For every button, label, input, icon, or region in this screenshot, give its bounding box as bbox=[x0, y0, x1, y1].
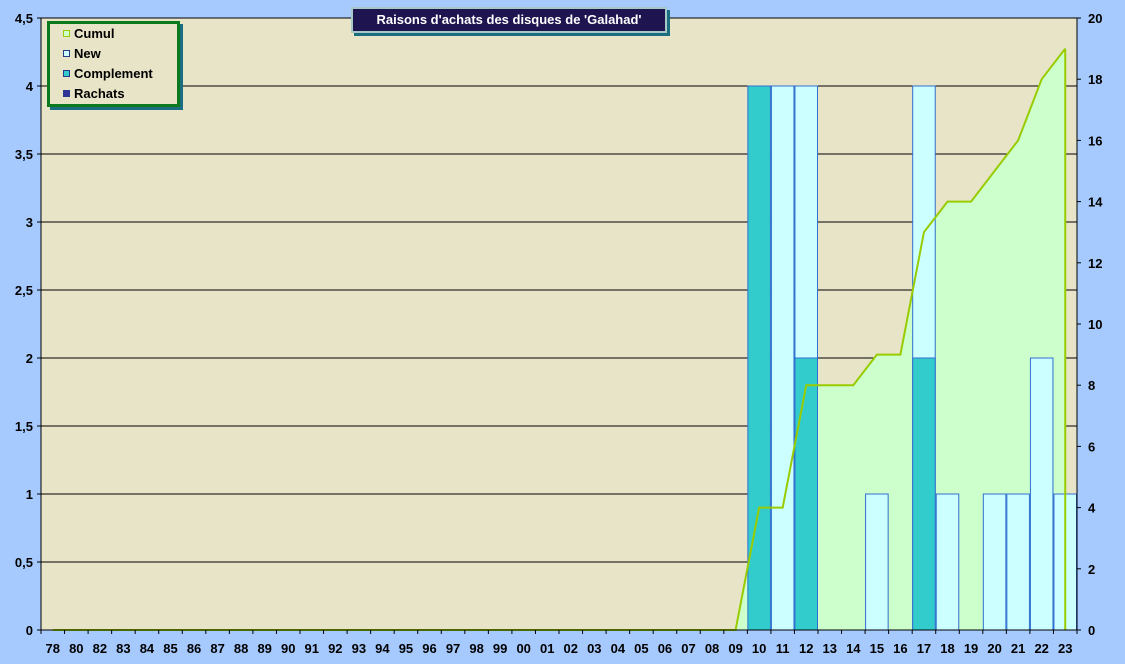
x-tick-label: 98 bbox=[469, 641, 483, 656]
x-tick-label: 97 bbox=[446, 641, 460, 656]
x-tick-label: 09 bbox=[728, 641, 742, 656]
y-left-tick-label: 0 bbox=[26, 623, 33, 638]
y-left-tick-label: 1 bbox=[26, 487, 33, 502]
x-tick-label: 16 bbox=[893, 641, 907, 656]
x-tick-label: 87 bbox=[210, 641, 224, 656]
y-left-tick-label: 4 bbox=[26, 79, 34, 94]
x-tick-label: 96 bbox=[422, 641, 436, 656]
x-tick-label: 88 bbox=[234, 641, 248, 656]
x-tick-label: 04 bbox=[611, 641, 626, 656]
x-tick-label: 18 bbox=[940, 641, 954, 656]
legend-swatch-complement bbox=[63, 70, 70, 77]
x-tick-label: 03 bbox=[587, 641, 601, 656]
x-tick-label: 22 bbox=[1034, 641, 1048, 656]
x-tick-label: 19 bbox=[964, 641, 978, 656]
x-tick-label: 06 bbox=[658, 641, 672, 656]
legend-label-complement: Complement bbox=[74, 66, 153, 81]
x-tick-label: 10 bbox=[752, 641, 766, 656]
y-right-tick-label: 8 bbox=[1088, 378, 1095, 393]
x-tick-label: 14 bbox=[846, 641, 861, 656]
legend-label-rachats: Rachats bbox=[74, 86, 125, 101]
bar-complement bbox=[912, 357, 936, 631]
x-tick-label: 13 bbox=[823, 641, 837, 656]
y-left-tick-label: 2 bbox=[26, 351, 33, 366]
x-tick-label: 94 bbox=[375, 641, 390, 656]
x-tick-label: 84 bbox=[140, 641, 155, 656]
x-tick-label: 95 bbox=[399, 641, 413, 656]
x-tick-label: 15 bbox=[870, 641, 884, 656]
x-tick-label: 86 bbox=[187, 641, 201, 656]
y-left-tick-label: 3,5 bbox=[15, 147, 33, 162]
bar-new bbox=[865, 493, 889, 631]
x-tick-label: 17 bbox=[917, 641, 931, 656]
x-tick-label: 02 bbox=[564, 641, 578, 656]
bar-new bbox=[935, 493, 960, 631]
y-left-tick-label: 4,5 bbox=[15, 11, 33, 26]
y-left-tick-label: 0,5 bbox=[15, 555, 33, 570]
x-tick-label: 00 bbox=[516, 641, 530, 656]
bar-complement bbox=[794, 357, 819, 631]
y-right-tick-label: 6 bbox=[1088, 439, 1095, 454]
x-tick-label: 05 bbox=[634, 641, 648, 656]
bar-new bbox=[1006, 493, 1030, 631]
y-left-tick-label: 3 bbox=[26, 215, 33, 230]
x-tick-label: 82 bbox=[93, 641, 107, 656]
y-right-tick-label: 18 bbox=[1088, 72, 1102, 87]
legend-label-new: New bbox=[74, 46, 101, 61]
x-tick-label: 85 bbox=[163, 641, 177, 656]
x-tick-label: 11 bbox=[776, 641, 790, 656]
x-tick-label: 83 bbox=[116, 641, 130, 656]
y-right-tick-label: 4 bbox=[1088, 501, 1096, 516]
x-tick-label: 78 bbox=[46, 641, 60, 656]
y-right-tick-label: 20 bbox=[1088, 11, 1102, 26]
chart-title: Raisons d'achats des disques de 'Galahad… bbox=[351, 7, 667, 33]
chart-root: 0 0,5 1 1,5 2 2,5 3 3,5 4 4,5 0 2 4 6 8 10 12 14 16 18 20 78 8… bbox=[0, 0, 1125, 664]
x-tick-label: 08 bbox=[705, 641, 719, 656]
y-right-tick-label: 2 bbox=[1088, 562, 1095, 577]
y-left-tick-label: 2,5 bbox=[15, 283, 33, 298]
legend-swatch-rachats bbox=[63, 90, 70, 97]
y-right-tick-label: 10 bbox=[1088, 317, 1102, 332]
y-left-tick-label: 1,5 bbox=[15, 419, 33, 434]
x-tick-label: 99 bbox=[493, 641, 507, 656]
x-tick-label: 12 bbox=[799, 641, 813, 656]
x-tick-label: 93 bbox=[352, 641, 366, 656]
x-tick-label: 89 bbox=[257, 641, 271, 656]
y-right-tick-label: 16 bbox=[1088, 133, 1102, 148]
x-tick-label: 01 bbox=[540, 641, 554, 656]
legend-swatch-new bbox=[63, 50, 70, 57]
y-right-tick-label: 12 bbox=[1088, 256, 1102, 271]
x-tick-label: 20 bbox=[987, 641, 1001, 656]
x-tick-label: 90 bbox=[281, 641, 295, 656]
bar-new bbox=[770, 85, 795, 631]
legend-label-cumul: Cumul bbox=[74, 26, 115, 41]
x-tick-label: 21 bbox=[1011, 641, 1025, 656]
x-tick-label: 23 bbox=[1058, 641, 1072, 656]
x-tick-label: 91 bbox=[305, 641, 319, 656]
x-tick-label: 07 bbox=[681, 641, 695, 656]
legend-swatch-cumul bbox=[63, 30, 70, 37]
x-tick-label: 92 bbox=[328, 641, 342, 656]
x-tick-label: 80 bbox=[69, 641, 83, 656]
bar-new bbox=[1029, 357, 1054, 631]
bar-new bbox=[982, 493, 1007, 631]
legend: Cumul New Complement Rachats bbox=[47, 21, 180, 107]
y-right-tick-label: 14 bbox=[1088, 195, 1103, 210]
y-right-tick-label: 0 bbox=[1088, 623, 1095, 638]
